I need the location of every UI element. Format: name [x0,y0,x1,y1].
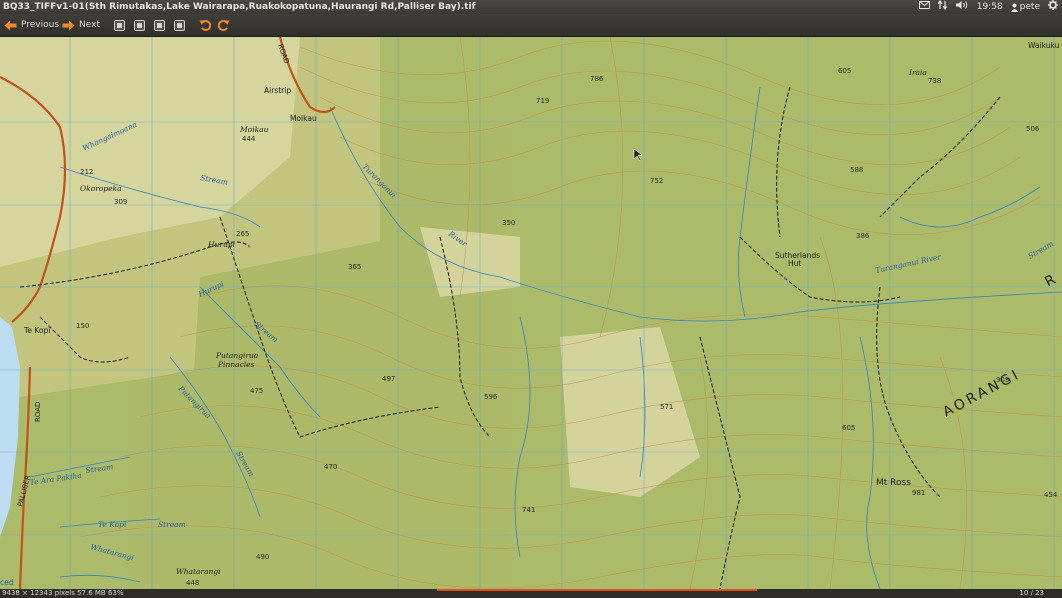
label-h719: 719 [536,97,549,105]
system-tray: 19:58 pete [918,0,1058,15]
label-h309: 309 [114,198,127,206]
label-te-kopi: Te Kopi [23,326,50,335]
label-mt-ross: Mt Ross [876,478,911,488]
label-hut: Hut [788,259,801,268]
label-h605b: 605 [842,424,855,432]
label-h365: 365 [348,263,361,271]
next-label: Next [79,20,100,30]
label-waikuku: Waikuku Lo [1028,41,1062,50]
label-h386: 386 [856,232,870,240]
zoom-in-icon [114,19,125,31]
label-h265: 265 [236,230,249,238]
label-h350: 350 [502,219,515,227]
rotate-right-button[interactable] [218,17,230,33]
topo-map: Airstrip Moikau Moikau 444 212 Okoropeka… [0,37,1062,589]
label-h150: 150 [76,322,89,330]
rotate-left-button[interactable] [199,17,211,33]
zoom-actual-icon [174,19,185,31]
label-h786: 786 [590,75,604,83]
label-h981: 981 [912,489,925,497]
label-airstrip: Airstrip [264,86,291,95]
rotate-right-icon [218,20,230,31]
arrow-right-icon [62,20,75,30]
label-h454: 454 [1044,491,1058,499]
label-h212: 212 [80,168,93,176]
zoom-actual-button[interactable] [174,17,185,33]
label-iraia: Iraia [908,68,927,77]
arrow-left-icon [4,20,17,30]
previous-button[interactable]: Previous [4,17,59,33]
clock[interactable]: 19:58 [977,0,1003,14]
label-h741: 741 [522,506,535,514]
label-okoropeka: Okoropeka [80,184,122,193]
label-h448: 448 [186,579,199,587]
label-road-left: ROAD [34,402,42,422]
window-title: BQ33_TIFFv1-01(Sth Rimutakas,Lake Wairar… [3,2,476,12]
label-h596: 596 [484,393,498,401]
label-coast-text: ced [0,578,14,587]
label-h497: 497 [382,375,395,383]
label-h605a: 605 [838,67,851,75]
user-menu[interactable]: pete [1010,0,1040,14]
zoom-out-button[interactable] [134,17,145,33]
scroll-indicator[interactable] [437,589,757,591]
page-counter: 10 / 23 [1019,589,1044,597]
previous-label: Previous [21,20,60,30]
label-putangirua: Putangirua [215,351,258,360]
label-moikau: Moikau [290,114,317,123]
top-panel: BQ33_TIFFv1-01(Sth Rimutakas,Lake Wairar… [0,0,1062,14]
zoom-fit-icon [154,19,165,31]
label-h490: 490 [256,553,269,561]
label-stream-5: Stream [158,520,186,529]
volume-icon[interactable] [955,0,969,15]
label-te-kopi-stream: Te Kopi [98,520,127,529]
map-image[interactable]: Airstrip Moikau Moikau 444 212 Okoropeka… [0,37,1062,589]
next-button[interactable]: Next [62,17,100,33]
label-h905: 905 [996,376,1009,384]
label-moikau-peak: Moikau [239,125,269,134]
label-h588: 588 [850,166,863,174]
label-h475: 475 [250,387,263,395]
label-hurupi: Hurupi [207,240,236,249]
zoom-out-icon [134,19,145,31]
label-h506: 506 [1026,125,1040,133]
label-pinnacles: Pinnacles [217,360,255,369]
label-h738: 738 [928,77,941,85]
network-icon[interactable] [937,0,948,15]
image-info: 9438 × 12343 pixels 57.6 MB 63% [2,589,124,597]
label-h444: 444 [242,135,256,143]
mail-icon[interactable] [918,0,930,14]
user-name: pete [1019,2,1040,12]
status-bar: 9438 × 12343 pixels 57.6 MB 63% 10 / 23 [0,589,1062,598]
zoom-in-button[interactable] [114,17,125,33]
label-h470: 470 [324,463,337,471]
label-h752: 752 [650,177,663,185]
user-icon [1010,3,1018,12]
label-whatarangi: Whatarangi [176,567,221,576]
viewer-toolbar: Previous Next [0,14,1062,37]
rotate-left-icon [199,20,211,31]
label-h571: 571 [660,403,673,411]
gear-icon[interactable] [1048,0,1058,15]
zoom-fit-button[interactable] [154,17,165,33]
